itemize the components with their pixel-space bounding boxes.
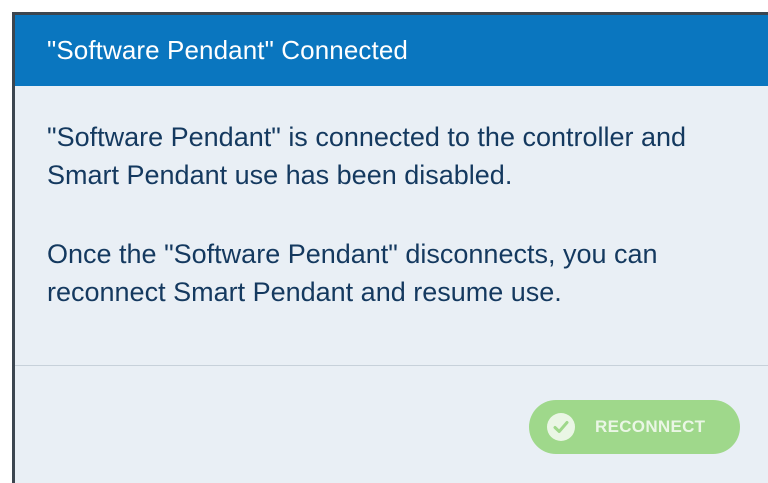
reconnect-instructions: Once the "Software Pendant" disconnects,… — [47, 239, 658, 307]
dialog-header: "Software Pendant" Connected — [15, 15, 768, 86]
dialog-body: "Software Pendant" is connected to the c… — [15, 86, 768, 364]
connected-message: "Software Pendant" is connected to the c… — [47, 122, 687, 190]
dialog-footer: RECONNECT — [15, 366, 768, 483]
check-circle-icon — [547, 413, 575, 441]
reconnect-button-label: RECONNECT — [595, 417, 706, 436]
dialog-title: "Software Pendant" Connected — [47, 35, 408, 65]
reconnect-button[interactable]: RECONNECT — [529, 400, 740, 454]
software-pendant-dialog: "Software Pendant" Connected "Software P… — [12, 12, 768, 483]
